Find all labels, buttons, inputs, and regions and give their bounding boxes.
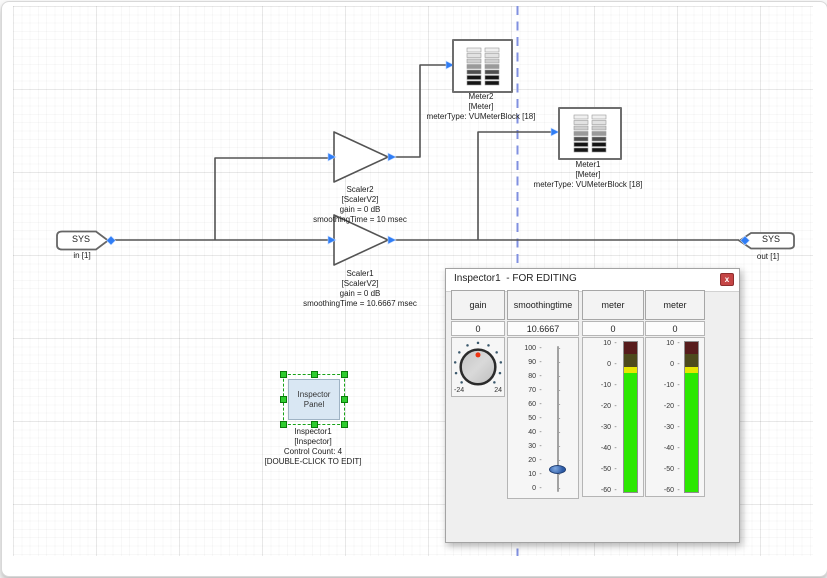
close-button[interactable]: x bbox=[720, 273, 734, 286]
scaler2-name: Scaler2 bbox=[346, 185, 373, 195]
meter-column-2: meter 0 10-0--10--20--30--40--50--60- bbox=[645, 290, 705, 497]
meter2-block[interactable] bbox=[452, 39, 513, 93]
scaler2-output-pin-icon[interactable] bbox=[388, 153, 396, 161]
sys-out-label: SYS bbox=[750, 234, 792, 244]
vu-segment-red bbox=[685, 342, 698, 354]
meter-scale: 10-0--10--20--30--40--50--60- bbox=[585, 339, 621, 494]
knob-max-label: 24 bbox=[494, 387, 502, 394]
vu-segment-red bbox=[624, 342, 637, 354]
inspector-name: Inspector1 bbox=[294, 427, 331, 437]
meter-scale: 10-0--10--20--30--40--50--60- bbox=[648, 339, 684, 494]
scaler1-gain: gain = 0 dB bbox=[340, 289, 381, 299]
inspector-hint: [DOUBLE-CLICK TO EDIT] bbox=[264, 457, 361, 467]
meter1-detail: meterType: VUMeterBlock [18] bbox=[534, 180, 643, 190]
scaler2-gain: gain = 0 dB bbox=[340, 205, 381, 215]
meter-column-1: meter 0 10-0--10--20--30--40--50--60- bbox=[582, 290, 644, 497]
meter1-type: [Meter] bbox=[576, 170, 601, 180]
meter1-name: Meter1 bbox=[576, 160, 601, 170]
selection-handle[interactable] bbox=[280, 421, 287, 428]
inspector-panel-label-line2: Panel bbox=[304, 400, 324, 410]
vu-meter-icon bbox=[573, 114, 607, 153]
meter2-type: [Meter] bbox=[469, 102, 494, 112]
meter2-detail: meterType: VUMeterBlock [18] bbox=[427, 112, 536, 122]
smoothingtime-slider[interactable]: 100-·90-·80-·70-·60-·50-·40-·30-·20-·10-… bbox=[507, 337, 579, 499]
meter2-header: meter bbox=[645, 290, 705, 320]
meter1-block[interactable] bbox=[558, 107, 622, 160]
vu-meter-display-1: 10-0--10--20--30--40--50--60- bbox=[582, 337, 644, 497]
smoothingtime-column: smoothingtime 10.6667 100-·90-·80-·70-·6… bbox=[507, 290, 579, 499]
sys-out-sublabel: out [1] bbox=[757, 252, 779, 262]
vu-meter-icon bbox=[466, 47, 500, 86]
selection-handle[interactable] bbox=[311, 371, 318, 378]
dialog-title: Inspector1 - FOR EDITING bbox=[454, 273, 577, 284]
gain-column: gain 0 bbox=[451, 290, 505, 397]
knob-min-label: -24 bbox=[454, 387, 464, 394]
selection-handle[interactable] bbox=[341, 371, 348, 378]
selection-handle[interactable] bbox=[341, 396, 348, 403]
inspector-type: [Inspector] bbox=[294, 437, 331, 447]
gain-value: 0 bbox=[451, 321, 505, 336]
meter1-value: 0 bbox=[582, 321, 644, 336]
vu-meter-display-2: 10-0--10--20--30--40--50--60- bbox=[645, 337, 705, 497]
vu-bar bbox=[623, 341, 638, 493]
scaler1-output-pin-icon[interactable] bbox=[388, 236, 396, 244]
slider-thumb[interactable] bbox=[549, 465, 566, 474]
wire-branch-scaler2[interactable] bbox=[215, 158, 332, 240]
scaler2-smoothing: smoothingTime = 10 msec bbox=[313, 215, 407, 225]
smoothingtime-value: 10.6667 bbox=[507, 321, 579, 336]
sys-in-label: SYS bbox=[57, 234, 105, 244]
vu-segment-olive bbox=[685, 354, 698, 367]
vu-bar bbox=[684, 341, 699, 493]
selection-handle[interactable] bbox=[341, 421, 348, 428]
inspector-panel-label-line1: Inspector bbox=[298, 390, 331, 400]
scaler1-name: Scaler1 bbox=[346, 269, 373, 279]
meter1-header: meter bbox=[582, 290, 644, 320]
app-window: SYS in [1] SYS out [1] Meter2 [Meter] me… bbox=[1, 1, 827, 577]
knob-indicator-dot bbox=[475, 352, 480, 357]
smoothingtime-header: smoothingtime bbox=[507, 290, 579, 320]
dialog-titlebar[interactable]: Inspector1 - FOR EDITING x bbox=[446, 269, 739, 292]
selection-handle[interactable] bbox=[280, 396, 287, 403]
scaler1-smoothing: smoothingTime = 10.6667 msec bbox=[303, 299, 417, 309]
meter2-name: Meter2 bbox=[469, 92, 494, 102]
inspector-count: Control Count: 4 bbox=[284, 447, 342, 457]
wire-scaler2-meter2[interactable] bbox=[389, 65, 450, 157]
knob-icon[interactable] bbox=[452, 339, 504, 393]
inspector-panel-block[interactable]: Inspector Panel bbox=[288, 379, 340, 420]
vu-segment-olive bbox=[624, 354, 637, 367]
scaler2-type: [ScalerV2] bbox=[342, 195, 379, 205]
gain-header: gain bbox=[451, 290, 505, 320]
vu-segment-green bbox=[624, 373, 637, 492]
gain-knob[interactable]: -24 24 bbox=[451, 337, 505, 397]
scaler1-type: [ScalerV2] bbox=[342, 279, 379, 289]
vu-segment-green bbox=[685, 373, 698, 492]
meter2-value: 0 bbox=[645, 321, 705, 336]
sys-in-sublabel: in [1] bbox=[73, 251, 90, 261]
sys-in-pin-icon[interactable] bbox=[107, 236, 116, 245]
scaler2-shape[interactable] bbox=[334, 132, 388, 182]
inspector-dialog: Inspector1 - FOR EDITING x gain 0 bbox=[445, 268, 740, 543]
selection-handle[interactable] bbox=[280, 371, 287, 378]
